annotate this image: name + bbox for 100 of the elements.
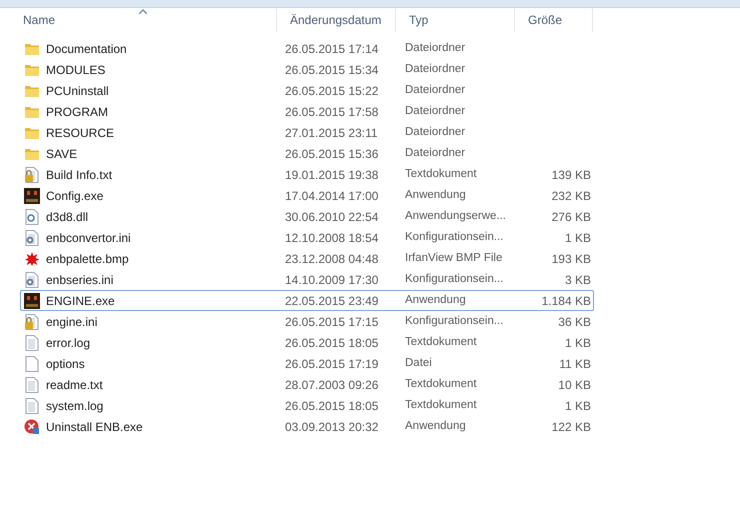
file-row[interactable]: PCUninstall 26.05.2015 15:22 Dateiordner <box>20 80 594 101</box>
modified-date: 26.05.2015 17:19 <box>285 356 380 372</box>
text-document-icon <box>25 334 39 350</box>
file-name: enbpalette.bmp <box>46 250 129 268</box>
file-row[interactable]: readme.txt 28.07.2003 09:26 Textdokument 10 KB <box>20 374 594 395</box>
file-type: Dateiordner <box>405 104 466 119</box>
file-type: Textdokument <box>405 398 478 413</box>
file-name: engine.ini <box>46 314 98 330</box>
file-row[interactable]: PROGRAM 26.05.2015 17:58 Dateiordner <box>20 101 594 122</box>
column-header[interactable]: Größe <box>515 8 593 32</box>
file-row[interactable]: error.log 26.05.2015 18:05 Textdokument 1 KB <box>20 332 594 353</box>
text-document-icon <box>25 376 39 392</box>
modified-date: 26.05.2015 17:14 <box>285 40 380 58</box>
file-size: 139 KB <box>552 166 591 184</box>
file-row[interactable]: RESOURCE 27.01.2015 23:11 Dateiordner <box>20 122 594 143</box>
file-type: Datei <box>405 356 433 371</box>
file-name: options <box>46 356 85 372</box>
file-row[interactable]: ENGINE.exe 22.05.2015 23:49 Anwendung 1.184 KB <box>20 290 594 311</box>
file-type: Anwendung <box>405 188 467 203</box>
file-name: Documentation <box>46 40 127 58</box>
column-header[interactable]: Name <box>10 8 277 32</box>
app-icon <box>24 188 40 204</box>
folder-icon <box>24 146 40 160</box>
file-type: Anwendungserwe... <box>405 208 508 224</box>
file-type: Dateiordner <box>405 82 466 98</box>
modified-date: 26.05.2015 15:36 <box>285 146 380 162</box>
file-size: 11 KB <box>559 356 591 372</box>
modified-date: 26.05.2015 18:05 <box>285 334 380 352</box>
file-type: Konfigurationsein... <box>405 230 504 245</box>
file-type: Dateiordner <box>405 40 466 56</box>
locked-document-icon <box>25 314 39 330</box>
modified-date: 26.05.2015 15:34 <box>285 62 380 78</box>
modified-date: 26.05.2015 17:15 <box>285 314 380 330</box>
file-type: Konfigurationsein... <box>405 272 504 287</box>
modified-date: 22.05.2015 23:49 <box>285 292 380 310</box>
file-row[interactable]: enbpalette.bmp 23.12.2008 04:48 IrfanView BMP File 193 KB <box>20 248 594 269</box>
modified-date: 03.09.2013 20:32 <box>285 418 380 436</box>
file-name: enbseries.ini <box>46 272 114 288</box>
folder-icon <box>24 104 40 118</box>
file-size: 276 KB <box>552 208 591 226</box>
file-type: Konfigurationsein... <box>405 314 504 329</box>
file-name: error.log <box>46 334 90 352</box>
file-name: PCUninstall <box>46 82 109 100</box>
modified-date: 12.10.2008 18:54 <box>285 230 380 246</box>
column-header[interactable]: Typ <box>396 8 515 32</box>
splash-icon <box>24 250 40 266</box>
modified-date: 30.06.2010 22:54 <box>285 208 380 226</box>
file-row[interactable]: options 26.05.2015 17:19 Datei 11 KB <box>20 353 594 374</box>
file-name: ENGINE.exe <box>46 292 115 310</box>
file-type: Dateiordner <box>405 124 466 140</box>
file-name: PROGRAM <box>46 104 108 120</box>
text-document-icon <box>25 398 39 414</box>
folder-icon <box>24 62 40 76</box>
file-size: 232 KB <box>552 188 591 204</box>
file-row[interactable]: SAVE 26.05.2015 15:36 Dateiordner <box>20 143 594 164</box>
file-type: Anwendung <box>405 418 467 434</box>
column-header[interactable]: Änderungsdatum <box>277 8 396 32</box>
app-icon <box>24 292 40 308</box>
folder-icon <box>24 84 40 98</box>
modified-date: 19.01.2015 19:38 <box>285 166 380 184</box>
modified-date: 28.07.2003 09:26 <box>285 376 380 394</box>
file-name: RESOURCE <box>46 124 114 142</box>
file-row[interactable]: Config.exe 17.04.2014 17:00 Anwendung 232 KB <box>20 185 594 206</box>
file-name: system.log <box>46 398 104 414</box>
file-row[interactable]: MODULES 26.05.2015 15:34 Dateiordner <box>20 59 594 80</box>
file-size: 1 KB <box>564 334 591 352</box>
file-type: Textdokument <box>405 166 478 182</box>
file-name: SAVE <box>46 146 78 162</box>
file-size: 3 KB <box>564 272 591 288</box>
file-row[interactable]: d3d8.dll 30.06.2010 22:54 Anwendungserwe... 276 KB <box>20 206 594 227</box>
uninstall-icon <box>24 418 40 434</box>
modified-date: 17.04.2014 17:00 <box>285 188 380 204</box>
file-size: 1 KB <box>564 230 591 246</box>
modified-date: 26.05.2015 17:58 <box>285 104 380 120</box>
file-name: readme.txt <box>46 376 103 394</box>
file-type: Dateiordner <box>405 62 466 77</box>
file-row[interactable]: system.log 26.05.2015 18:05 Textdokument 1 KB <box>20 395 594 416</box>
file-size: 36 KB <box>558 314 591 330</box>
file-row[interactable]: Uninstall ENB.exe 03.09.2013 20:32 Anwendung 122 KB <box>20 416 594 437</box>
locked-document-icon <box>25 166 39 182</box>
file-name: enbconvertor.ini <box>46 230 131 246</box>
file-row[interactable]: Documentation 26.05.2015 17:14 Dateiordner <box>20 38 594 59</box>
file-row[interactable]: enbconvertor.ini 12.10.2008 18:54 Konfigurationsein... 1 KB <box>20 227 594 248</box>
file-type: Textdokument <box>405 334 478 350</box>
file-size: 193 KB <box>552 250 591 268</box>
file-name: Build Info.txt <box>46 166 112 184</box>
folder-icon <box>24 42 40 56</box>
file-row[interactable]: enbseries.ini 14.10.2009 17:30 Konfigurationsein... 3 KB <box>20 269 594 290</box>
file-type: Dateiordner <box>405 146 466 161</box>
modified-date: 27.01.2015 23:11 <box>285 124 379 142</box>
file-name: Uninstall ENB.exe <box>46 418 143 436</box>
file-type: IrfanView BMP File <box>405 250 504 266</box>
modified-date: 26.05.2015 15:22 <box>285 82 380 100</box>
file-row[interactable]: engine.ini 26.05.2015 17:15 Konfigurationsein... 36 KB <box>20 311 594 332</box>
file-name: d3d8.dll <box>46 208 88 226</box>
folder-icon <box>24 126 40 140</box>
file-size: 10 KB <box>558 376 591 394</box>
file-name: MODULES <box>46 62 106 78</box>
file-size: 1 KB <box>564 398 591 414</box>
file-row[interactable]: Build Info.txt 19.01.2015 19:38 Textdokument 139 KB <box>20 164 594 185</box>
